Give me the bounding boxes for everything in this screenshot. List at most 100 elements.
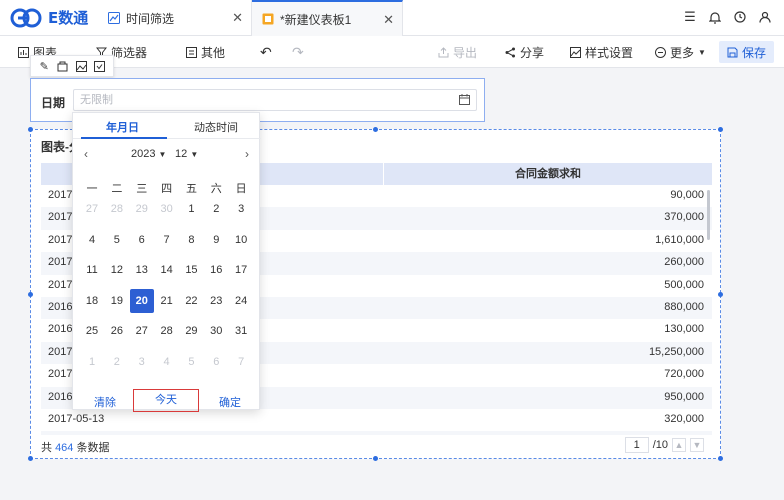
undo-icon[interactable]: ↶ [260, 36, 272, 68]
tab-dynamic-time[interactable]: 动态时间 [194, 119, 238, 135]
weekday-header: 一 二 三 四五 六 日 [80, 180, 254, 195]
day-cell[interactable]: 7 [155, 228, 179, 252]
tab-ymd[interactable]: 年月日 [106, 119, 139, 135]
top-tab-bar: E数通 时间筛选 ✕ *新建仪表板1 ✕ ☰ [0, 0, 784, 36]
style-button[interactable]: 样式设置 [570, 36, 633, 68]
day-cell[interactable]: 22 [179, 289, 203, 313]
year-select[interactable]: 2023 ▼ [131, 148, 166, 160]
chevron-right-icon[interactable]: › [245, 147, 249, 161]
export-label: 导出 [453, 45, 478, 60]
day-cell[interactable]: 17 [229, 258, 253, 282]
day-cell[interactable]: 6 [130, 228, 154, 252]
day-cell[interactable]: 27 [80, 197, 104, 221]
tab-time-filter[interactable]: 时间筛选 ✕ [98, 0, 252, 36]
day-cell[interactable]: 4 [80, 228, 104, 252]
column-header-amount[interactable]: 合同金额求和 [383, 163, 712, 185]
today-button[interactable]: 今天 [133, 389, 199, 412]
day-cell[interactable]: 15 [179, 258, 203, 282]
confirm-button[interactable]: 确定 [219, 394, 241, 410]
day-cell[interactable]: 24 [229, 289, 253, 313]
day-cell[interactable]: 4 [155, 350, 179, 374]
export-button[interactable]: 导出 [438, 36, 477, 68]
day-cell[interactable]: 12 [105, 258, 129, 282]
day-cell[interactable]: 8 [179, 228, 203, 252]
user-icon[interactable] [758, 9, 772, 25]
month-select[interactable]: 12 ▼ [175, 148, 198, 160]
redo-icon[interactable]: ↷ [292, 36, 304, 68]
tab-label: 时间筛选 [126, 11, 175, 26]
chart-tab-icon [108, 12, 120, 24]
day-cell-selected[interactable]: 20 [129, 288, 154, 313]
day-cell[interactable]: 29 [130, 197, 154, 221]
page-total: /10 [652, 439, 668, 451]
edit-icon[interactable]: ✎ [38, 60, 51, 73]
date-placeholder: 无限制 [80, 94, 113, 106]
day-cell[interactable]: 1 [179, 197, 203, 221]
more-button[interactable]: 更多 ▼ [655, 36, 706, 68]
day-cell[interactable]: 1 [80, 350, 104, 374]
date-input[interactable]: 无限制 [73, 89, 477, 111]
resize-handle[interactable] [28, 292, 33, 297]
cell-amount: 320,000 [664, 413, 704, 425]
clear-button[interactable]: 清除 [94, 394, 116, 410]
tab-new-dashboard[interactable]: *新建仪表板1 ✕ [252, 0, 403, 36]
list-icon[interactable]: ☰ [683, 9, 697, 25]
table-scrollbar[interactable] [707, 190, 710, 240]
day-cell[interactable]: 26 [105, 319, 129, 343]
clock-icon[interactable] [733, 9, 747, 25]
resize-handle[interactable] [28, 456, 33, 461]
day-cell[interactable]: 28 [105, 197, 129, 221]
share-button[interactable]: 分享 [505, 36, 544, 68]
logo-icon [10, 8, 42, 27]
close-icon[interactable]: ✕ [383, 12, 394, 28]
day-cell[interactable]: 9 [204, 228, 228, 252]
app-logo[interactable]: E数通 [10, 7, 88, 28]
day-cell[interactable]: 21 [155, 289, 179, 313]
day-cell[interactable]: 2 [105, 350, 129, 374]
resize-handle[interactable] [718, 456, 723, 461]
other-label: 其他 [201, 45, 226, 60]
day-cell[interactable]: 6 [204, 350, 228, 374]
day-cell[interactable]: 30 [204, 319, 228, 343]
day-cell[interactable]: 30 [155, 197, 179, 221]
other-button[interactable]: 其他 [186, 36, 225, 68]
bell-icon[interactable] [708, 9, 722, 25]
day-cell[interactable]: 29 [179, 319, 203, 343]
chevron-down-icon[interactable]: ▼ [690, 438, 704, 452]
day-cell[interactable]: 31 [229, 319, 253, 343]
day-cell[interactable]: 3 [130, 350, 154, 374]
widget-mini-toolbar: ✎ [30, 55, 114, 77]
day-cell[interactable]: 5 [179, 350, 203, 374]
chevron-left-icon[interactable]: ‹ [84, 147, 88, 161]
day-cell[interactable]: 13 [130, 258, 154, 282]
check-icon[interactable] [93, 60, 106, 73]
image-icon[interactable] [75, 60, 88, 73]
day-cell[interactable]: 18 [80, 289, 104, 313]
day-cell[interactable]: 27 [130, 319, 154, 343]
resize-handle[interactable] [373, 127, 378, 132]
save-button[interactable]: 保存 [718, 41, 774, 63]
day-cell[interactable]: 19 [105, 289, 129, 313]
day-cell[interactable]: 10 [229, 228, 253, 252]
day-cell[interactable]: 23 [204, 289, 228, 313]
day-cell[interactable]: 2 [204, 197, 228, 221]
dashboard-toolbar: 图表 筛选器 其他 ↶ ↷ 导出 分享 样式设置 更多 ▼ 保存 [0, 36, 784, 68]
page-input[interactable]: 1 [624, 437, 649, 453]
day-cell[interactable]: 7 [229, 350, 253, 374]
resize-handle[interactable] [718, 292, 723, 297]
table-row[interactable]: 2016-03-05210,000 [41, 431, 712, 435]
chevron-up-icon[interactable]: ▲ [672, 438, 686, 452]
day-cell[interactable]: 16 [204, 258, 228, 282]
day-cell[interactable]: 14 [155, 258, 179, 282]
close-icon[interactable]: ✕ [232, 10, 243, 26]
day-cell[interactable]: 11 [80, 258, 104, 282]
day-cell[interactable]: 3 [229, 197, 253, 221]
day-cell[interactable]: 5 [105, 228, 129, 252]
copy-icon[interactable] [56, 60, 69, 73]
day-cell[interactable]: 28 [155, 319, 179, 343]
resize-handle[interactable] [718, 127, 723, 132]
day-cell[interactable]: 25 [80, 319, 104, 343]
resize-handle[interactable] [28, 127, 33, 132]
footer-suffix: 条数据 [76, 442, 110, 454]
resize-handle[interactable] [373, 456, 378, 461]
